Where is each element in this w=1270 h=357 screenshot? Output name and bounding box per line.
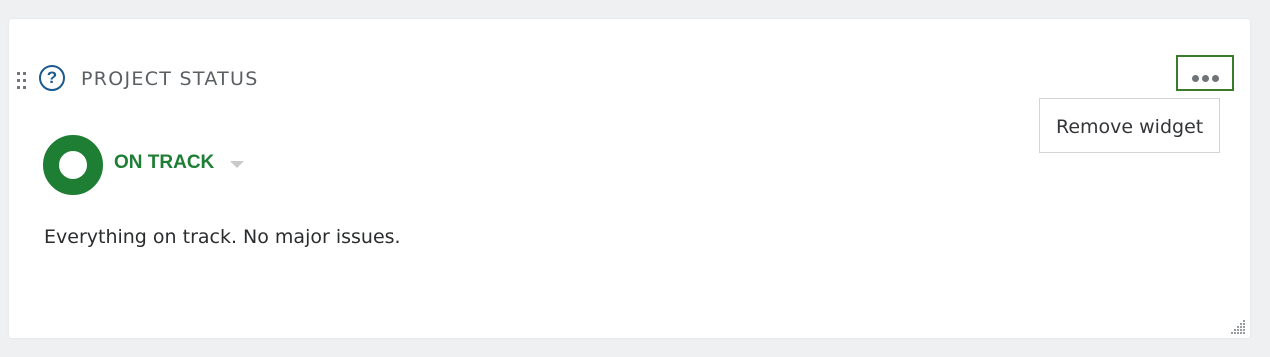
status-description: Everything on track. No major issues. [44,226,401,248]
widget-title: PROJECT STATUS [81,68,259,90]
more-dot [1202,75,1209,82]
drag-handle-icon[interactable] [17,72,27,92]
status-select[interactable]: ON TRACK [114,152,214,174]
status-ring-icon [43,135,103,195]
project-status-widget: ? PROJECT STATUS Remove widget ON TRACK … [9,19,1250,338]
more-options-button[interactable] [1176,55,1234,91]
remove-widget-menu-item[interactable]: Remove widget [1056,116,1203,138]
caret-down-icon[interactable] [230,161,244,168]
more-horizontal-icon [1192,75,1199,82]
question-circle-icon[interactable]: ? [39,65,65,91]
more-dot [1212,75,1219,82]
widget-options-menu: Remove widget [1039,98,1220,153]
resize-grip-icon[interactable] [1228,317,1246,335]
